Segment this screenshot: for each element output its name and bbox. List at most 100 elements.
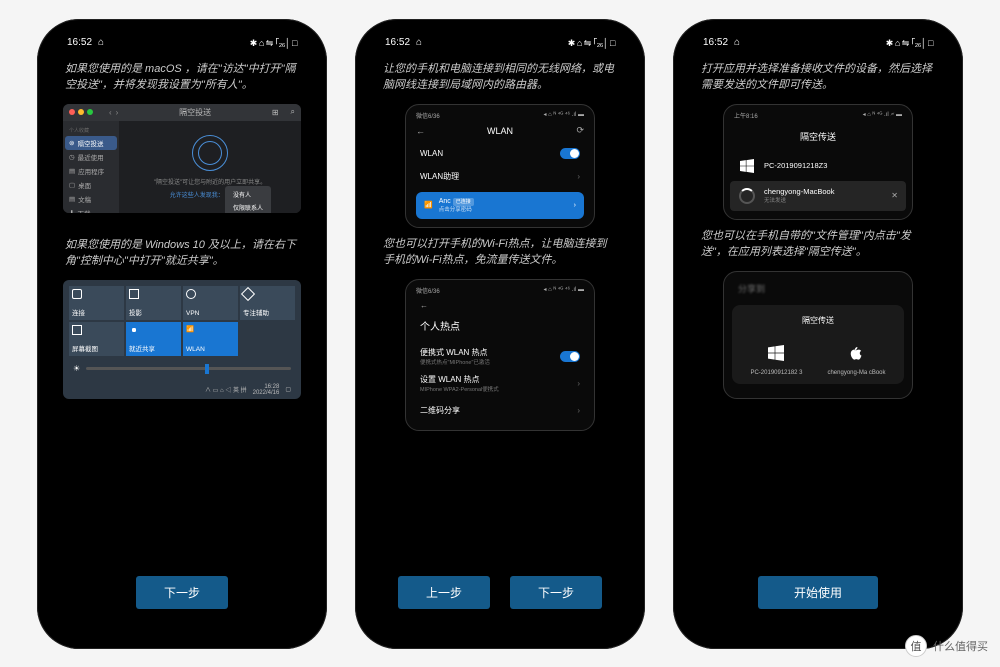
windows-icon	[738, 157, 756, 175]
wlan-assistant-row[interactable]: WLAN助理 ›	[412, 165, 588, 188]
hotspot-settings: 微信6/36◂ ⌂ ᴺ ⁴ᴳ ⁴⁶ .ıl ▬ ← 个人热点 便携式 WLAN …	[405, 279, 595, 431]
status-icons: ✱ ⌂ ⇋ ｢₂₆│ □	[250, 36, 297, 49]
close-icon[interactable]: ✕	[891, 191, 898, 200]
nav-fwd-icon[interactable]: ›	[116, 108, 119, 117]
tile-vpn[interactable]: VPN	[183, 286, 238, 320]
sidebar-item-apps[interactable]: ▤应用程序	[65, 164, 117, 178]
nav-back-icon[interactable]: ‹	[109, 108, 112, 117]
tile-wlan[interactable]: 📶WLAN	[183, 322, 238, 356]
screen-3: 16:52 ⌂ ✱ ⌂ ⇋ ｢₂₆│ □ 打开应用并选择准备接收文件的设备，然后选…	[683, 29, 953, 639]
search-icon[interactable]: ⌕	[291, 107, 295, 117]
maximize-icon[interactable]	[87, 109, 93, 115]
mini-time: 上午8:16	[734, 111, 758, 120]
share-target-pc[interactable]: PC-20190912182 3	[750, 340, 802, 376]
status-bar: 16:52 ⌂ ✱ ⌂ ⇋ ｢₂₆│ □	[683, 29, 953, 57]
instruction-network: 让您的手机和电脑连接到相同的无线网络，或电脑网线连接到局域网内的路由器。	[365, 57, 635, 100]
share-sheet: 分享到 隔空传送 PC-20190912182 3 chengyong-Ma c…	[723, 271, 913, 399]
watermark-text: 什么值得买	[933, 638, 988, 654]
action-center: 连接 投影 VPN 专注辅助 屏幕截图 就近共享 📶WLAN ☀ ∧ ▭ ⌂ ◁…	[63, 280, 301, 399]
share-target-mac[interactable]: chengyong-Ma cBook	[827, 340, 885, 376]
tile-snip[interactable]: 屏幕截图	[69, 322, 124, 356]
device-mac[interactable]: chengyong-MacBook 无法发送 ✕	[730, 181, 906, 211]
status-time: 16:52	[385, 37, 410, 48]
status-bar: 16:52 ⌂ ✱ ⌂ ⇋ ｢₂₆│ □	[47, 29, 317, 57]
refresh-icon[interactable]: ⟳	[576, 125, 584, 136]
ssid: Anc	[439, 198, 451, 205]
sidebar-item-airdrop[interactable]: ⊚隔空投送	[65, 136, 117, 150]
watermark-icon: 值	[905, 635, 927, 657]
finder-main: "隔空投送"可让您与附近的用户立即共享。 允许这些人发现我： 所有人 ⌄ 没有人…	[119, 121, 301, 213]
connected-network[interactable]: 📶 Anc 已连接 点击分享密码 ›	[416, 192, 584, 219]
next-button[interactable]: 下一步	[510, 576, 602, 609]
menu-nobody[interactable]: 没有人	[225, 188, 271, 201]
status-time: 16:52	[703, 37, 728, 48]
share-title: 隔空传送	[738, 311, 898, 332]
instruction-windows: 如果您使用的是 Windows 10 及以上，请在右下角"控制中心"中打开"就近…	[47, 233, 317, 276]
mini-time: 微信6/36	[416, 111, 440, 120]
minimize-icon[interactable]	[78, 109, 84, 115]
close-icon[interactable]	[69, 109, 75, 115]
phone-3: 16:52 ⌂ ✱ ⌂ ⇋ ｢₂₆│ □ 打开应用并选择准备接收文件的设备，然后选…	[673, 19, 963, 649]
mini-icons: ◂ ⌂ ᴺ ⁴ᴳ .ıl 🗲 ▬	[863, 111, 902, 120]
device-status: 无法发送	[764, 196, 883, 204]
sidebar-item-recent[interactable]: ◷最近使用	[65, 150, 117, 164]
status-icon: ⌂	[734, 37, 740, 48]
hotspot-toggle[interactable]	[560, 351, 580, 362]
sidebar-item-desktop[interactable]: ▢桌面	[65, 178, 117, 192]
status-time: 16:52	[67, 37, 92, 48]
status-icon: ⌂	[98, 37, 104, 48]
prev-button[interactable]: 上一步	[398, 576, 490, 609]
status-icons: ✱ ⌂ ⇋ ｢₂₆│ □	[568, 36, 615, 49]
instruction-hotspot: 您也可以打开手机的Wi-Fi热点，让电脑连接到手机的Wi-Fi热点，免流量传送文…	[365, 232, 635, 275]
qr-share-row[interactable]: 二维码分享 ›	[412, 399, 588, 422]
tile-focus[interactable]: 专注辅助	[240, 286, 295, 320]
chevron-right-icon: ›	[577, 172, 580, 181]
blur-row: 分享到	[730, 276, 906, 301]
wlan-title: WLAN	[487, 126, 513, 136]
tray-date: 2022/4/16	[253, 390, 280, 396]
device-pc[interactable]: PC-2019091218Z3	[730, 151, 906, 181]
ssid-sub: 点击分享密码	[439, 205, 568, 213]
menu-contacts[interactable]: 仅限联系人	[225, 201, 271, 213]
sidebar-item-downloads[interactable]: ⬇下载	[65, 206, 117, 213]
mini-icons: ◂ ⌂ ᴺ ⁴ᴳ ⁴⁶ .ıl ▬	[544, 111, 585, 120]
setup-hotspot-row[interactable]: 设置 WLAN 热点 MIPhone WPA2-Personal便携式 ›	[412, 372, 588, 399]
sidebar-item-docs[interactable]: ▤文稿	[65, 192, 117, 206]
portable-hotspot-row[interactable]: 便携式 WLAN 热点 便携式热点"MIPhone"已激活	[412, 341, 588, 372]
discover-menu: 没有人 仅限联系人 所有人	[225, 186, 271, 213]
chevron-right-icon: ›	[577, 406, 580, 415]
phone-1: 16:52 ⌂ ✱ ⌂ ⇋ ｢₂₆│ □ 如果您使用的是 macOS ，请在"访达…	[37, 19, 327, 649]
instruction-app: 打开应用并选择准备接收文件的设备，然后选择需要发送的文件即可传送。	[683, 57, 953, 100]
finder-title: 隔空投送	[179, 107, 211, 118]
tray-icons[interactable]: ∧ ▭ ⌂ ◁ 英 拼	[205, 385, 247, 394]
spinner-icon	[738, 187, 756, 205]
tile-nearby-share[interactable]: 就近共享	[126, 322, 181, 356]
wlan-toggle-row[interactable]: WLAN	[412, 142, 588, 165]
status-icon: ⌂	[416, 37, 422, 48]
status-icons: ✱ ⌂ ⇋ ｢₂₆│ □	[886, 36, 933, 49]
brightness-icon: ☀	[73, 364, 80, 373]
instruction-macos: 如果您使用的是 macOS ，请在"访达"中打开"隔空投送"，并将发现我设置为"…	[47, 57, 317, 100]
start-button[interactable]: 开始使用	[758, 576, 878, 609]
sidebar-heading: 个人收藏	[65, 125, 117, 136]
discover-label: 允许这些人发现我：	[170, 193, 224, 199]
next-button[interactable]: 下一步	[136, 576, 228, 609]
status-bar: 16:52 ⌂ ✱ ⌂ ⇋ ｢₂₆│ □	[365, 29, 635, 57]
brightness-slider[interactable]: ☀	[69, 356, 295, 381]
view-icon[interactable]: ⊞	[272, 108, 279, 117]
chevron-right-icon: ›	[574, 202, 576, 209]
notif-icon[interactable]: ▢	[285, 386, 291, 393]
wlan-settings: 微信6/36 ◂ ⌂ ᴺ ⁴ᴳ ⁴⁶ .ıl ▬ ← WLAN ⟳ WLAN WL…	[405, 104, 595, 228]
back-icon[interactable]: ←	[416, 126, 425, 136]
watermark: 值 什么值得买	[905, 635, 988, 657]
phone-2: 16:52 ⌂ ✱ ⌂ ⇋ ｢₂₆│ □ 让您的手机和电脑连接到相同的无线网络，或…	[355, 19, 645, 649]
wifi-icon: 📶	[424, 201, 433, 209]
tile-project[interactable]: 投影	[126, 286, 181, 320]
wlan-toggle[interactable]	[560, 148, 580, 159]
apple-icon	[843, 340, 869, 366]
back-icon[interactable]: ←	[420, 301, 428, 310]
tile-connect[interactable]: 连接	[69, 286, 124, 320]
airdrop-icon	[192, 135, 228, 171]
mini-time: 微信6/36	[416, 286, 440, 295]
tile-empty	[240, 322, 295, 356]
